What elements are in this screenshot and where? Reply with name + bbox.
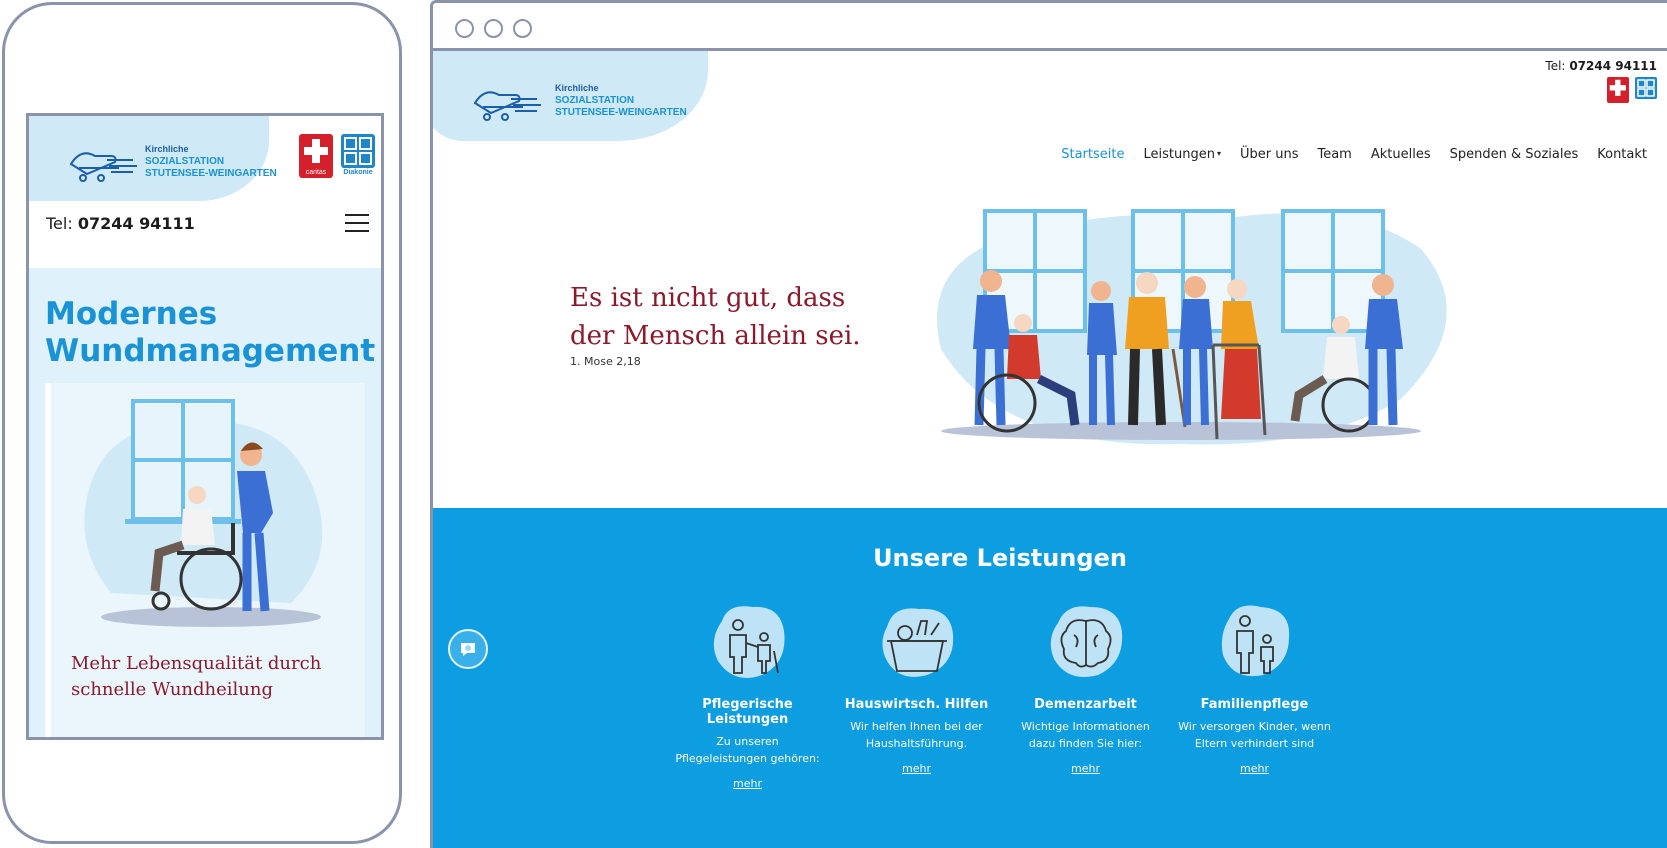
- nav-aktuelles[interactable]: Aktuelles: [1371, 147, 1431, 162]
- main-navigation: Startseite Leistungen ▾ Über uns Team Akt…: [1061, 147, 1647, 162]
- nav-spenden-soziales[interactable]: Spenden & Soziales: [1450, 147, 1579, 162]
- nav-leistungen[interactable]: Leistungen ▾: [1143, 147, 1220, 162]
- services-title: Unsere Leistungen: [873, 544, 1127, 572]
- services-list: Pflegerische Leistungen Zu unseren Pfleg…: [663, 601, 1339, 790]
- service-more-link-familie[interactable]: mehr: [1170, 762, 1339, 775]
- service-name-demenz: Demenzarbeit: [1034, 697, 1137, 712]
- basket-icon: [881, 608, 953, 677]
- desktop-phone-contact[interactable]: Tel: 07244 94111: [1545, 59, 1657, 73]
- nav-team[interactable]: Team: [1317, 147, 1351, 162]
- desktop-page: Kirchliche SOZIALSTATION STUTENSEE-WEING…: [433, 51, 1667, 848]
- service-more-link-pflege[interactable]: mehr: [663, 777, 832, 790]
- hero-quote: Es ist nicht gut, dass der Mensch allein…: [570, 283, 861, 351]
- caritas-small-icon[interactable]: [1607, 77, 1629, 103]
- hero-quote-source: 1. Mose 2,18: [570, 355, 641, 368]
- caregiver-icon: [713, 606, 785, 678]
- desktop-logo-line3: STUTENSEE-WEINGARTEN: [555, 107, 687, 118]
- nurse-wheelchair-illustration: [84, 399, 323, 627]
- service-name-familie: Familienpflege: [1200, 697, 1309, 712]
- brain-icon: [1050, 606, 1122, 677]
- chevron-down-icon: ▾: [1216, 149, 1221, 158]
- service-desc-familie: Wir versorgen Kinder, wenn Eltern verhin…: [1178, 720, 1331, 750]
- diakonie-badge[interactable]: Diakonie: [341, 134, 375, 178]
- service-card-hauswirtschaft: Hauswirtsch. Hilfen Wir helfen Ihnen bei…: [832, 601, 1001, 790]
- nav-ueber-uns[interactable]: Über uns: [1240, 147, 1299, 162]
- logo-line1: Kirchliche: [145, 144, 189, 154]
- diakonie-label: Diakonie: [343, 169, 373, 176]
- hamburger-menu-icon[interactable]: [345, 214, 369, 232]
- desktop-logo-line1: Kirchliche: [555, 83, 599, 93]
- services-section: Unsere Leistungen Pflegerische Leistunge…: [433, 508, 1667, 848]
- care-team-illustration: [937, 209, 1447, 445]
- logo-line3: STUTENSEE-WEINGARTEN: [145, 168, 277, 179]
- mobile-phone-label: Tel:: [46, 214, 73, 233]
- mobile-screen: Kirchliche SOZIALSTATION STUTENSEE-WEING…: [26, 113, 384, 740]
- service-name-hauswirtschaft: Hauswirtsch. Hilfen: [844, 697, 989, 712]
- mobile-hero-card: Mehr Lebensqualität durch schnelle Wundh…: [45, 383, 365, 737]
- service-card-pflege: Pflegerische Leistungen Zu unseren Pfleg…: [663, 601, 832, 790]
- mobile-phone-number[interactable]: 07244 94111: [78, 214, 195, 233]
- diakonie-cross-icon: [344, 137, 372, 165]
- service-desc-demenz: Wichtige Informationen dazu finden Sie h…: [1021, 720, 1150, 750]
- diakonie-small-icon[interactable]: [1635, 77, 1657, 103]
- nav-kontakt[interactable]: Kontakt: [1597, 147, 1647, 162]
- caritas-label: caritas: [306, 169, 327, 176]
- chat-bubble-icon: [461, 643, 475, 656]
- mobile-hero-subtitle: Mehr Lebensqualität durch schnelle Wundh…: [71, 653, 322, 700]
- window-maximize-button[interactable]: [513, 19, 532, 38]
- browser-window: Kirchliche SOZIALSTATION STUTENSEE-WEING…: [430, 0, 1667, 848]
- chat-widget-button[interactable]: [448, 629, 488, 669]
- service-card-demenz: Demenzarbeit Wichtige Informationen dazu…: [1001, 601, 1170, 790]
- desktop-logo-line2: SOZIALSTATION: [555, 95, 634, 106]
- window-minimize-button[interactable]: [484, 19, 503, 38]
- service-desc-hauswirtschaft: Wir helfen Ihnen bei der Haushaltsführun…: [850, 720, 983, 750]
- service-more-link-demenz[interactable]: mehr: [1001, 762, 1170, 775]
- mobile-header: Kirchliche SOZIALSTATION STUTENSEE-WEING…: [29, 116, 381, 278]
- mobile-hero-title: Modernes Wundmanagement: [45, 296, 376, 369]
- nav-startseite[interactable]: Startseite: [1061, 147, 1124, 162]
- mockup-stage: Kirchliche SOZIALSTATION STUTENSEE-WEING…: [0, 0, 1667, 848]
- family-icon: [1221, 605, 1289, 677]
- caritas-badge[interactable]: caritas: [299, 134, 333, 178]
- desktop-logo[interactable]: Kirchliche SOZIALSTATION STUTENSEE-WEING…: [471, 77, 691, 129]
- service-card-familie: Familienpflege Wir versorgen Kinder, wen…: [1170, 601, 1339, 790]
- desktop-phone-label: Tel:: [1545, 59, 1566, 73]
- desktop-phone-number[interactable]: 07244 94111: [1569, 59, 1657, 73]
- phone-frame: Kirchliche SOZIALSTATION STUTENSEE-WEING…: [2, 2, 402, 844]
- mobile-logo[interactable]: Kirchliche SOZIALSTATION STUTENSEE-WEING…: [67, 138, 287, 190]
- logo-line2: SOZIALSTATION: [145, 156, 224, 167]
- mobile-hero: Modernes Wundmanagement Mehr Lebensquali…: [29, 268, 381, 737]
- mobile-phone-contact[interactable]: Tel: 07244 94111: [46, 214, 195, 233]
- nav-leistungen-label: Leistungen: [1143, 147, 1215, 162]
- window-close-button[interactable]: [455, 19, 474, 38]
- service-desc-pflege: Zu unseren Pflegeleistungen gehören:: [675, 735, 820, 765]
- caritas-cross-icon: caritas: [304, 139, 328, 176]
- desktop-partner-badges: [1607, 77, 1657, 103]
- service-name-pflege: Pflegerische Leistungen: [702, 697, 793, 727]
- browser-toolbar: [433, 3, 1667, 51]
- service-more-link-hauswirtschaft[interactable]: mehr: [832, 762, 1001, 775]
- mobile-partner-badges: caritas Diakonie: [299, 134, 375, 178]
